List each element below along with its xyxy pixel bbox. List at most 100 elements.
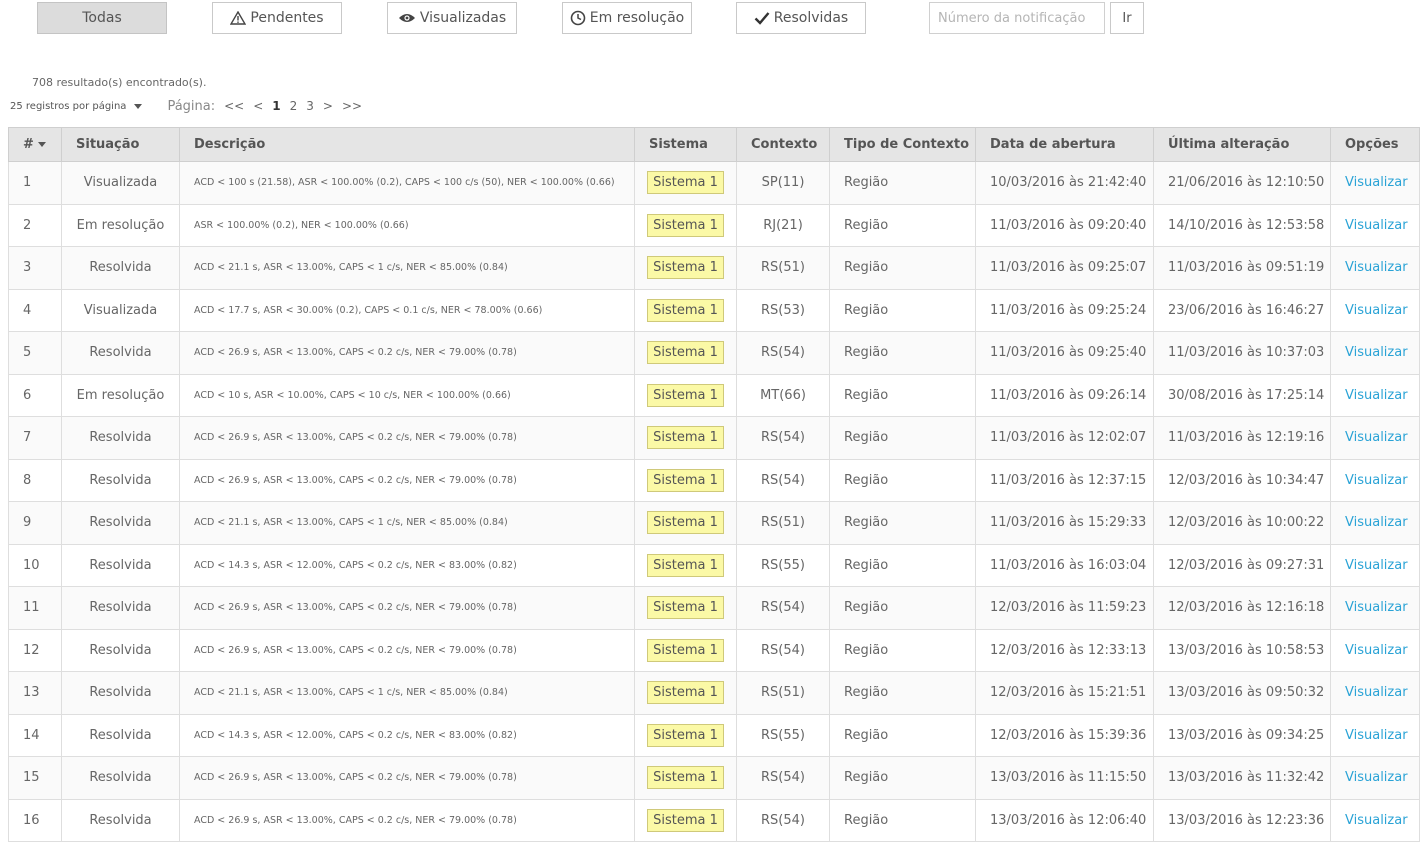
row-contexto-cell: RS(53) (736, 288, 830, 332)
row-tipo-contexto: Região (844, 642, 889, 658)
eye-icon (398, 12, 416, 24)
row-data-abertura-cell: 12/03/2016 às 15:21:51 (975, 671, 1154, 715)
row-visualizar-link[interactable]: Visualizar (1345, 515, 1408, 530)
column-header-ultima-alteracao[interactable]: Última alteração (1153, 127, 1331, 162)
row-data-abertura-cell: 11/03/2016 às 09:25:24 (975, 288, 1154, 332)
row-contexto-cell: RS(54) (736, 331, 830, 375)
row-data-abertura-cell: 11/03/2016 às 12:02:07 (975, 416, 1154, 460)
row-tipo-contexto-cell: Região (829, 671, 976, 715)
row-visualizar-link[interactable]: Visualizar (1345, 430, 1408, 445)
row-descricao-cell: ACD < 26.9 s, ASR < 13.00%, CAPS < 0.2 c… (179, 458, 635, 502)
row-visualizar-link[interactable]: Visualizar (1345, 643, 1408, 658)
row-number-cell: 6 (8, 373, 62, 417)
row-descricao-cell: ACD < 26.9 s, ASR < 13.00%, CAPS < 0.2 c… (179, 798, 635, 842)
warning-icon (230, 11, 247, 25)
row-descricao: ACD < 26.9 s, ASR < 13.00%, CAPS < 0.2 c… (194, 814, 517, 826)
row-descricao: ACD < 26.9 s, ASR < 13.00%, CAPS < 0.2 c… (194, 474, 517, 486)
row-situacao-cell: Em resolução (61, 373, 180, 417)
per-page-select[interactable]: 25 registros por página (10, 101, 143, 112)
row-visualizar-link-cell: Visualizar (1330, 671, 1420, 715)
last-page-link[interactable]: >> (342, 99, 362, 113)
row-contexto: RS(54) (761, 345, 805, 361)
filter-visualizadas-button[interactable]: Visualizadas (387, 2, 517, 34)
row-visualizar-link[interactable]: Visualizar (1345, 770, 1408, 785)
row-situacao: Resolvida (89, 345, 152, 361)
row-contexto: RS(54) (761, 812, 805, 828)
row-sistema-cell: Sistema 1 (634, 713, 737, 757)
row-visualizar-link[interactable]: Visualizar (1345, 175, 1408, 190)
column-header-number[interactable]: # (8, 127, 62, 162)
row-ultima-alteracao: 21/06/2016 às 12:10:50 (1168, 175, 1325, 191)
row-tipo-contexto-cell: Região (829, 288, 976, 332)
column-header-data-abertura[interactable]: Data de abertura (975, 127, 1154, 162)
filter-todas-button[interactable]: Todas (37, 2, 167, 34)
row-visualizar-link[interactable]: Visualizar (1345, 558, 1408, 573)
column-header-sistema[interactable]: Sistema (634, 127, 737, 162)
row-sistema-cell: Sistema 1 (634, 161, 737, 205)
row-sistema: Sistema 1 (647, 298, 724, 322)
row-ultima-alteracao: 13/03/2016 às 10:58:53 (1168, 642, 1325, 658)
row-number: 1 (23, 175, 32, 191)
row-ultima-alteracao: 30/08/2016 às 17:25:14 (1168, 387, 1325, 403)
row-tipo-contexto: Região (844, 515, 889, 531)
row-descricao-cell: ACD < 26.9 s, ASR < 13.00%, CAPS < 0.2 c… (179, 331, 635, 375)
row-number-cell: 4 (8, 288, 62, 332)
row-contexto-cell: RS(54) (736, 416, 830, 460)
filter-em-resolucao-button[interactable]: Em resolução (562, 2, 692, 34)
row-contexto-cell: RS(54) (736, 798, 830, 842)
go-button[interactable]: Ir (1110, 2, 1144, 34)
row-visualizar-link[interactable]: Visualizar (1345, 388, 1408, 403)
table-row: 12 Resolvida ACD < 26.9 s, ASR < 13.00%, C… (8, 628, 1420, 672)
table-row: 13 Resolvida ACD < 21.1 s, ASR < 13.00%, C… (8, 671, 1420, 715)
row-visualizar-link[interactable]: Visualizar (1345, 473, 1408, 488)
notification-number-input[interactable] (929, 2, 1105, 34)
row-number-cell: 9 (8, 501, 62, 545)
row-descricao-cell: ACD < 26.9 s, ASR < 13.00%, CAPS < 0.2 c… (179, 628, 635, 672)
row-visualizar-link[interactable]: Visualizar (1345, 813, 1408, 828)
column-header-descricao[interactable]: Descrição (179, 127, 635, 162)
next-page-link[interactable]: > (323, 99, 333, 113)
row-data-abertura-cell: 12/03/2016 às 11:59:23 (975, 586, 1154, 630)
row-number-cell: 5 (8, 331, 62, 375)
row-visualizar-link[interactable]: Visualizar (1345, 260, 1408, 275)
row-data-abertura-cell: 11/03/2016 às 16:03:04 (975, 543, 1154, 587)
row-data-abertura: 12/03/2016 às 11:59:23 (990, 600, 1147, 616)
notifications-table: # Situação Descrição Sistema Contexto Ti… (8, 127, 1420, 842)
row-descricao-cell: ACD < 10 s, ASR < 10.00%, CAPS < 10 c/s,… (179, 373, 635, 417)
page-1-link[interactable]: 1 (272, 99, 280, 113)
row-visualizar-link[interactable]: Visualizar (1345, 728, 1408, 743)
page-2-link[interactable]: 2 (290, 99, 298, 113)
column-header-tipo-contexto[interactable]: Tipo de Contexto (829, 127, 976, 162)
column-header-opcoes: Opções (1330, 127, 1420, 162)
row-ultima-alteracao: 23/06/2016 às 16:46:27 (1168, 302, 1325, 318)
row-visualizar-link-cell: Visualizar (1330, 713, 1420, 757)
page-3-link[interactable]: 3 (306, 99, 314, 113)
row-visualizar-link[interactable]: Visualizar (1345, 303, 1408, 318)
page-label: Página: (167, 98, 216, 114)
column-header-contexto[interactable]: Contexto (736, 127, 830, 162)
row-ultima-alteracao-cell: 11/03/2016 às 09:51:19 (1153, 246, 1331, 290)
filter-pendentes-button[interactable]: Pendentes (212, 2, 342, 34)
table-row: 15 Resolvida ACD < 26.9 s, ASR < 13.00%, C… (8, 756, 1420, 800)
row-data-abertura: 13/03/2016 às 12:06:40 (990, 812, 1147, 828)
row-visualizar-link[interactable]: Visualizar (1345, 218, 1408, 233)
row-tipo-contexto: Região (844, 430, 889, 446)
row-situacao-cell: Visualizada (61, 288, 180, 332)
row-visualizar-link[interactable]: Visualizar (1345, 600, 1408, 615)
row-contexto: RS(55) (761, 727, 805, 743)
row-situacao-cell: Visualizada (61, 161, 180, 205)
first-page-link[interactable]: << (224, 99, 244, 113)
row-situacao: Resolvida (89, 430, 152, 446)
row-contexto: RS(55) (761, 557, 805, 573)
filter-resolvidas-button[interactable]: Resolvidas (736, 2, 866, 34)
row-situacao: Resolvida (89, 600, 152, 616)
column-header-situacao[interactable]: Situação (61, 127, 180, 162)
row-situacao-cell: Resolvida (61, 543, 180, 587)
row-visualizar-link[interactable]: Visualizar (1345, 345, 1408, 360)
row-ultima-alteracao: 14/10/2016 às 12:53:58 (1168, 217, 1325, 233)
prev-page-link[interactable]: < (253, 99, 263, 113)
row-ultima-alteracao: 11/03/2016 às 09:51:19 (1168, 260, 1325, 276)
row-visualizar-link[interactable]: Visualizar (1345, 685, 1408, 700)
filter-pendentes-label: Pendentes (250, 10, 324, 26)
row-tipo-contexto: Região (844, 727, 889, 743)
